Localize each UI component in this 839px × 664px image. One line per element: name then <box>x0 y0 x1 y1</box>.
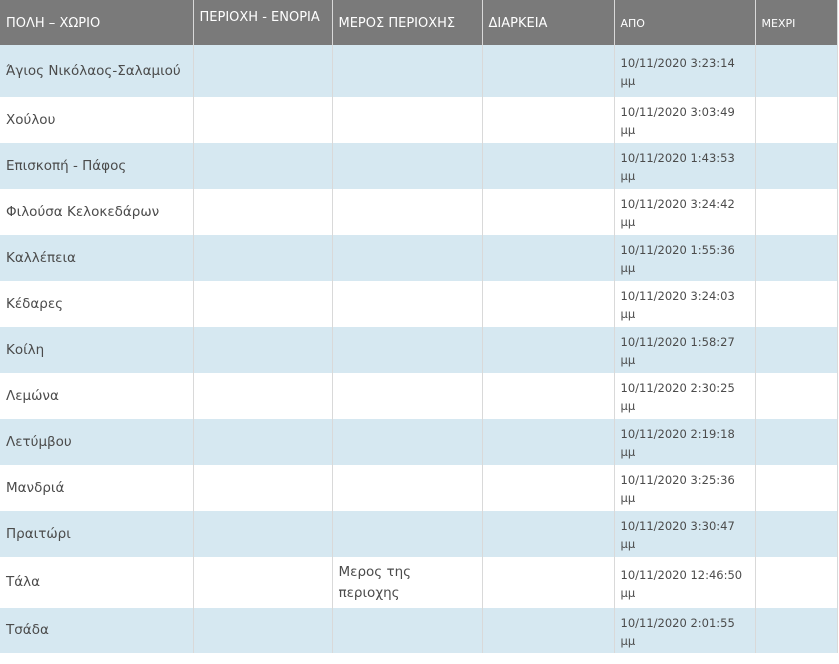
table-row: Λετύμβου 10/11/2020 2:19:18 μμ <box>0 419 838 465</box>
cell-duration <box>482 281 615 327</box>
table-row: Κέδαρες 10/11/2020 3:24:03 μμ <box>0 281 838 327</box>
cell-to <box>755 557 838 608</box>
cell-part <box>332 143 483 189</box>
cell-duration <box>482 97 615 143</box>
cell-from: 10/11/2020 3:03:49 μμ <box>614 97 756 143</box>
cell-area <box>193 465 333 511</box>
cell-area <box>193 143 333 189</box>
cell-duration <box>482 45 615 97</box>
table-row: Τσάδα 10/11/2020 2:01:55 μμ <box>0 608 838 653</box>
table-row: Λεμώνα 10/11/2020 2:30:25 μμ <box>0 373 838 419</box>
cell-from: 10/11/2020 1:43:53 μμ <box>614 143 756 189</box>
column-header-to: ΜΕΧΡΙ <box>755 0 838 45</box>
cell-from: 10/11/2020 1:58:27 μμ <box>614 327 756 373</box>
cell-duration <box>482 419 615 465</box>
cell-area <box>193 97 333 143</box>
cell-city: Μανδριά <box>0 465 194 511</box>
column-header-part: ΜΕΡΟΣ ΠΕΡΙΟΧΗΣ <box>332 0 483 45</box>
cell-duration <box>482 373 615 419</box>
cell-part <box>332 511 483 557</box>
cell-to <box>755 327 838 373</box>
cell-city: Τσάδα <box>0 608 194 653</box>
cell-from: 10/11/2020 2:01:55 μμ <box>614 608 756 653</box>
cell-duration <box>482 608 615 653</box>
cell-duration <box>482 235 615 281</box>
table-row: Άγιος Νικόλαος-Σαλαμιού 10/11/2020 3:23:… <box>0 45 838 97</box>
table-row: Κοίλη 10/11/2020 1:58:27 μμ <box>0 327 838 373</box>
cell-area <box>193 608 333 653</box>
cell-city: Άγιος Νικόλαος-Σαλαμιού <box>0 45 194 97</box>
cell-city: Κέδαρες <box>0 281 194 327</box>
table-row: Τάλα Μερος της περιοχης 10/11/2020 12:46… <box>0 557 838 608</box>
table-header-row: ΠΟΛΗ – ΧΩΡΙΟ ΠΕΡΙΟΧΗ - ΕΝΟΡΙΑ ΜΕΡΟΣ ΠΕΡΙ… <box>0 0 838 45</box>
column-header-from: ΑΠΟ <box>614 0 756 45</box>
cell-from: 10/11/2020 1:55:36 μμ <box>614 235 756 281</box>
cell-to <box>755 189 838 235</box>
cell-from: 10/11/2020 3:24:03 μμ <box>614 281 756 327</box>
table-row: Επισκοπή - Πάφος 10/11/2020 1:43:53 μμ <box>0 143 838 189</box>
cell-area <box>193 373 333 419</box>
cell-part <box>332 419 483 465</box>
cell-area <box>193 281 333 327</box>
cell-to <box>755 143 838 189</box>
cell-area <box>193 511 333 557</box>
cell-from: 10/11/2020 3:25:36 μμ <box>614 465 756 511</box>
cell-city: Κοίλη <box>0 327 194 373</box>
column-header-city: ΠΟΛΗ – ΧΩΡΙΟ <box>0 0 194 45</box>
cell-part <box>332 189 483 235</box>
cell-part <box>332 97 483 143</box>
cell-to <box>755 511 838 557</box>
cell-area <box>193 419 333 465</box>
cell-part <box>332 465 483 511</box>
cell-part <box>332 327 483 373</box>
cell-city: Πραιτώρι <box>0 511 194 557</box>
table-row: Φιλούσα Κελοκεδάρων 10/11/2020 3:24:42 μ… <box>0 189 838 235</box>
cell-city: Λεμώνα <box>0 373 194 419</box>
cell-duration <box>482 557 615 608</box>
cell-city: Καλλέπεια <box>0 235 194 281</box>
cell-to <box>755 235 838 281</box>
table-row: Χούλου 10/11/2020 3:03:49 μμ <box>0 97 838 143</box>
cell-city: Επισκοπή - Πάφος <box>0 143 194 189</box>
cell-to <box>755 281 838 327</box>
cell-to <box>755 465 838 511</box>
cell-duration <box>482 327 615 373</box>
cell-duration <box>482 511 615 557</box>
cell-part <box>332 235 483 281</box>
cell-city: Φιλούσα Κελοκεδάρων <box>0 189 194 235</box>
cell-part: Μερος της περιοχης <box>332 557 483 608</box>
cell-duration <box>482 465 615 511</box>
cell-from: 10/11/2020 2:30:25 μμ <box>614 373 756 419</box>
cell-from: 10/11/2020 12:46:50 μμ <box>614 557 756 608</box>
table-row: Καλλέπεια 10/11/2020 1:55:36 μμ <box>0 235 838 281</box>
cell-area <box>193 557 333 608</box>
cell-city: Λετύμβου <box>0 419 194 465</box>
cell-area <box>193 235 333 281</box>
cell-duration <box>482 143 615 189</box>
column-header-area: ΠΕΡΙΟΧΗ - ΕΝΟΡΙΑ <box>193 0 333 45</box>
cell-part <box>332 281 483 327</box>
cell-duration <box>482 189 615 235</box>
cell-to <box>755 97 838 143</box>
cell-area <box>193 189 333 235</box>
cell-part <box>332 373 483 419</box>
cell-area <box>193 45 333 97</box>
cell-city: Χούλου <box>0 97 194 143</box>
cell-city: Τάλα <box>0 557 194 608</box>
outages-table: ΠΟΛΗ – ΧΩΡΙΟ ΠΕΡΙΟΧΗ - ΕΝΟΡΙΑ ΜΕΡΟΣ ΠΕΡΙ… <box>0 0 838 653</box>
cell-part <box>332 608 483 653</box>
cell-from: 10/11/2020 3:23:14 μμ <box>614 45 756 97</box>
cell-to <box>755 608 838 653</box>
table-row: Μανδριά 10/11/2020 3:25:36 μμ <box>0 465 838 511</box>
cell-from: 10/11/2020 2:19:18 μμ <box>614 419 756 465</box>
table-row: Πραιτώρι 10/11/2020 3:30:47 μμ <box>0 511 838 557</box>
column-header-duration: ΔΙΑΡΚΕΙΑ <box>482 0 615 45</box>
cell-part <box>332 45 483 97</box>
cell-to <box>755 45 838 97</box>
cell-to <box>755 373 838 419</box>
cell-from: 10/11/2020 3:30:47 μμ <box>614 511 756 557</box>
cell-from: 10/11/2020 3:24:42 μμ <box>614 189 756 235</box>
cell-to <box>755 419 838 465</box>
cell-area <box>193 327 333 373</box>
